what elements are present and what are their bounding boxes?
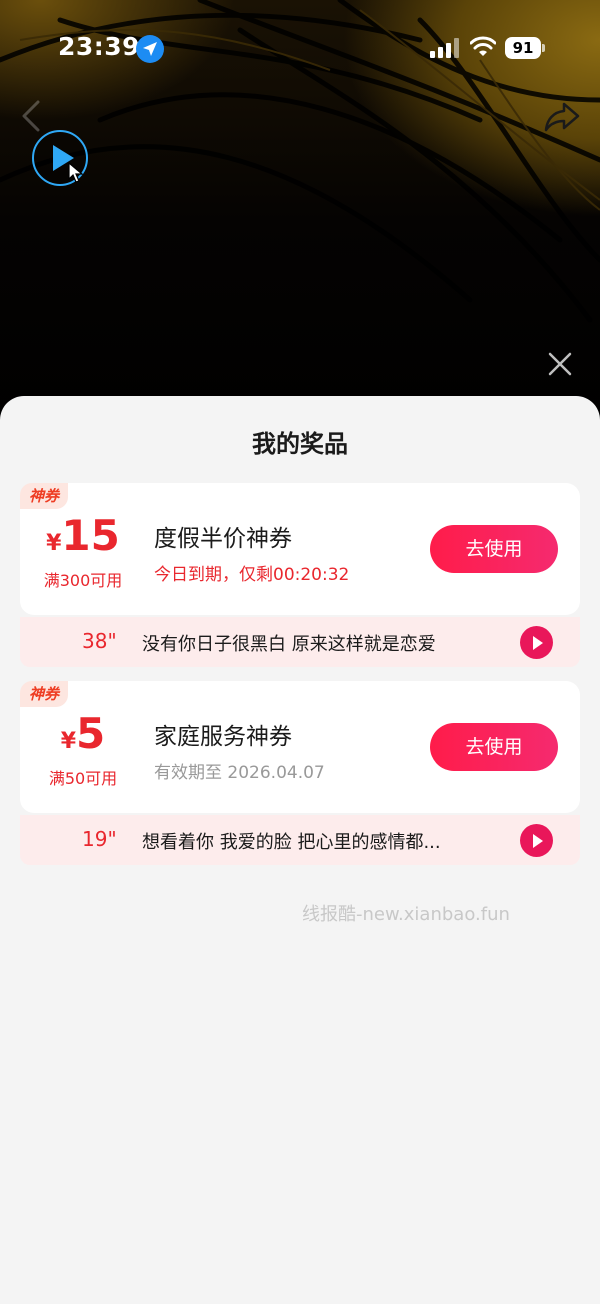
music-play-icon[interactable] — [520, 824, 553, 857]
battery-level: 91 — [505, 37, 541, 59]
coupon-badge: 神券 — [20, 681, 68, 707]
prize-sheet: 我的奖品 神券 ¥15 满300可用 度假半价神券 今日到期，仅剩00:20:3… — [0, 396, 600, 1304]
music-lyric: 想看着你 我爱的脸 把心里的感情都... — [142, 832, 441, 853]
use-coupon-button[interactable]: 去使用 — [430, 525, 558, 573]
currency-symbol: ¥ — [46, 531, 62, 556]
coupon-card: 神券 ¥5 满50可用 家庭服务神券 有效期至 2026.04.07 去使用 — [20, 681, 580, 813]
sheet-title: 我的奖品 — [252, 430, 348, 458]
battery-tip — [542, 44, 545, 52]
close-icon[interactable] — [546, 350, 574, 378]
music-lyric: 没有你日子很黑白 原来这样就是恋爱 — [142, 634, 436, 655]
coupon-expiry-date: 有效期至 2026.04.07 — [154, 763, 325, 783]
coupon-name: 度假半价神券 — [154, 526, 292, 552]
location-arrow-icon — [136, 35, 164, 63]
music-row[interactable]: 19" 想看着你 我爱的脸 把心里的感情都... — [20, 815, 580, 865]
use-coupon-button[interactable]: 去使用 — [430, 723, 558, 771]
coupon-amount: ¥5 — [20, 709, 146, 758]
coupon-amount: ¥15 — [20, 511, 146, 560]
music-play-icon[interactable] — [520, 626, 553, 659]
sound-wave-icon — [48, 630, 72, 654]
coupon-badge: 神券 — [20, 483, 68, 509]
music-duration: 38" — [82, 629, 117, 653]
cursor-icon — [68, 162, 84, 183]
battery-icon: 91 — [505, 37, 545, 59]
status-bar: 23:39 91 — [0, 0, 600, 96]
watermark-text: 线报酷-new.xianbao.fun — [302, 904, 510, 925]
status-time: 23:39 — [58, 32, 141, 61]
music-duration: 19" — [82, 827, 117, 851]
coupon-threshold: 满50可用 — [48, 769, 118, 788]
wifi-icon — [470, 36, 496, 56]
coupon-card: 神券 ¥15 满300可用 度假半价神券 今日到期，仅剩00:20:32 去使用 — [20, 483, 580, 615]
coupon-threshold: 满300可用 — [43, 571, 123, 590]
back-chevron-icon[interactable] — [18, 98, 44, 134]
share-arrow-icon[interactable] — [542, 96, 582, 136]
coupon-amount-value: 15 — [61, 511, 120, 560]
coupon-name: 家庭服务神券 — [154, 724, 292, 750]
coupon-amount-value: 5 — [76, 709, 106, 758]
coupon-expiry-countdown: 今日到期，仅剩00:20:32 — [154, 565, 350, 585]
music-row[interactable]: 38" 没有你日子很黑白 原来这样就是恋爱 — [20, 617, 580, 667]
sound-wave-icon — [48, 828, 72, 852]
signal-icon — [430, 38, 459, 58]
currency-symbol: ¥ — [60, 729, 77, 754]
